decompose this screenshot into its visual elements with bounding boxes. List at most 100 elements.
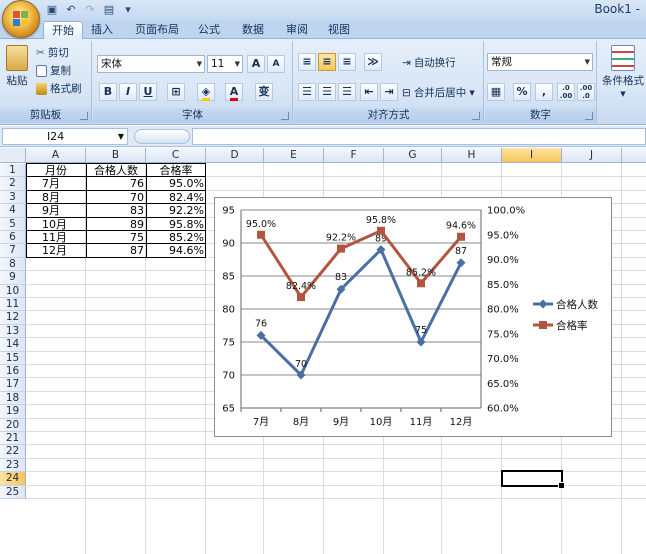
column-header-g[interactable]: G xyxy=(384,148,442,163)
tab-page-layout[interactable]: 页面布局 xyxy=(128,21,186,39)
table-header-cell[interactable]: 月份 xyxy=(26,164,86,177)
row-header-19[interactable]: 19 xyxy=(0,405,26,419)
pass-rate-cell[interactable]: 92.2% xyxy=(146,204,206,217)
borders-button[interactable]: ⊞ xyxy=(167,83,185,101)
column-header-e[interactable]: E xyxy=(264,148,324,163)
pass-rate-cell[interactable]: 95.0% xyxy=(146,177,206,190)
month-cell[interactable]: 9月 xyxy=(42,204,86,217)
undo-icon[interactable]: ↶ xyxy=(63,2,79,18)
pass-count-cell[interactable]: 75 xyxy=(86,231,146,244)
tab-review[interactable]: 审阅 xyxy=(280,21,314,39)
format-painter-button[interactable]: 格式刷 xyxy=(36,81,82,96)
column-header-f[interactable]: F xyxy=(324,148,384,163)
grow-font-button[interactable]: A xyxy=(247,55,265,73)
underline-button[interactable]: U xyxy=(139,83,157,101)
column-header-c[interactable]: C xyxy=(146,148,206,163)
office-button[interactable] xyxy=(2,0,40,38)
pass-count-cell[interactable]: 70 xyxy=(86,191,146,204)
tab-formulas[interactable]: 公式 xyxy=(192,21,226,39)
orientation-button[interactable]: ≫ xyxy=(364,53,382,71)
row-header-17[interactable]: 17 xyxy=(0,378,26,392)
align-bottom-button[interactable]: ≡ xyxy=(338,53,356,71)
redo-icon[interactable]: ↷ xyxy=(82,2,98,18)
column-header-b[interactable]: B xyxy=(86,148,146,163)
column-header-d[interactable]: D xyxy=(206,148,264,163)
tab-view[interactable]: 视图 xyxy=(322,21,356,39)
table-header-cell[interactable]: 合格人数 xyxy=(86,164,146,177)
percent-button[interactable]: % xyxy=(513,83,531,101)
formula-controls[interactable] xyxy=(134,129,190,144)
align-middle-button[interactable]: ≡ xyxy=(318,53,336,71)
number-format-select[interactable]: 常规 ▼ xyxy=(487,53,593,71)
conditional-format-button[interactable]: 条件格式 ▼ xyxy=(602,45,644,98)
row-header-12[interactable]: 12 xyxy=(0,311,26,325)
align-right-button[interactable]: ☰ xyxy=(338,83,356,101)
pass-count-cell[interactable]: 87 xyxy=(86,244,146,257)
row-header-25[interactable]: 25 xyxy=(0,485,26,499)
align-center-button[interactable]: ☰ xyxy=(318,83,336,101)
font-color-button[interactable]: A xyxy=(225,83,243,101)
fill-color-button[interactable]: ◈ xyxy=(197,83,215,101)
row-header-15[interactable]: 15 xyxy=(0,351,26,365)
copy-button[interactable]: 复制 xyxy=(36,63,71,78)
print-preview-icon[interactable]: ▤ xyxy=(101,2,117,18)
row-header-10[interactable]: 10 xyxy=(0,284,26,298)
month-cell[interactable]: 10月 xyxy=(42,218,86,231)
line-chart[interactable]: 65 70 75 80 85 90 95 60.0% 65.0% 70.0% 75.0% 80.0% 8… xyxy=(214,197,612,437)
clipboard-launcher-icon[interactable] xyxy=(80,112,88,120)
pass-rate-cell[interactable]: 94.6% xyxy=(146,244,206,257)
worksheet-grid[interactable]: A B C D E F G H I J 1 2 3 4 5 6 7 8 9 10 11 12 13 14 15 16 17 18 19 2… xyxy=(0,148,646,554)
row-header-13[interactable]: 13 xyxy=(0,324,26,339)
row-header-7[interactable]: 7 xyxy=(0,244,26,258)
tab-insert[interactable]: 插入 xyxy=(84,21,120,39)
tab-home[interactable]: 开始 xyxy=(43,21,83,39)
formula-input[interactable] xyxy=(192,128,646,145)
font-launcher-icon[interactable] xyxy=(281,112,289,120)
row-header-21[interactable]: 21 xyxy=(0,432,26,446)
table-header-cell[interactable]: 合格率 xyxy=(146,164,206,177)
row-header-1[interactable]: 1 xyxy=(0,164,26,178)
pass-rate-cell[interactable]: 82.4% xyxy=(146,191,206,204)
comma-button[interactable]: , xyxy=(535,83,553,101)
decrease-decimal-button[interactable]: .00.0 xyxy=(577,83,595,101)
customize-icon[interactable]: ▾ xyxy=(120,2,136,18)
month-cell[interactable]: 8月 xyxy=(42,191,86,204)
pinyin-button[interactable]: 变 xyxy=(255,83,273,101)
row-header-6[interactable]: 6 xyxy=(0,231,26,245)
row-header-2[interactable]: 2 xyxy=(0,177,26,191)
increase-decimal-button[interactable]: .0.00 xyxy=(557,83,575,101)
row-header-14[interactable]: 14 xyxy=(0,338,26,352)
row-header-20[interactable]: 20 xyxy=(0,418,26,432)
month-cell[interactable]: 7月 xyxy=(42,177,86,190)
number-launcher-icon[interactable] xyxy=(585,112,593,120)
row-header-22[interactable]: 22 xyxy=(0,445,26,459)
font-size-select[interactable]: 11 ▼ xyxy=(207,55,243,73)
font-name-select[interactable]: 宋体 ▼ xyxy=(97,55,205,73)
pass-rate-cell[interactable]: 95.8% xyxy=(146,218,206,231)
row-header-24[interactable]: 24 xyxy=(0,472,26,486)
align-top-button[interactable]: ≡ xyxy=(298,53,316,71)
row-header-11[interactable]: 11 xyxy=(0,298,26,312)
select-all-corner[interactable] xyxy=(0,148,26,163)
bold-button[interactable]: B xyxy=(99,83,117,101)
row-header-4[interactable]: 4 xyxy=(0,204,26,218)
row-header-23[interactable]: 23 xyxy=(0,458,26,473)
name-box[interactable]: I24 ▼ xyxy=(2,128,128,145)
column-header-i[interactable]: I xyxy=(502,148,562,163)
tab-data[interactable]: 数据 xyxy=(236,21,270,39)
paste-button[interactable]: 粘贴 xyxy=(6,45,28,88)
active-cell-cursor[interactable] xyxy=(501,470,565,490)
pass-count-cell[interactable]: 83 xyxy=(86,204,146,217)
align-left-button[interactable]: ☰ xyxy=(298,83,316,101)
alignment-launcher-icon[interactable] xyxy=(472,112,480,120)
wrap-text-button[interactable]: ⇥ 自动换行 xyxy=(402,55,456,70)
row-header-8[interactable]: 8 xyxy=(0,257,26,272)
month-cell[interactable]: 11月 xyxy=(42,231,86,244)
pass-count-cell[interactable]: 76 xyxy=(86,177,146,190)
currency-button[interactable]: ▦ xyxy=(487,83,505,101)
decrease-indent-button[interactable]: ⇤ xyxy=(360,83,378,101)
column-header-h[interactable]: H xyxy=(442,148,502,163)
save-icon[interactable]: ▣ xyxy=(44,2,60,18)
italic-button[interactable]: I xyxy=(119,83,137,101)
month-cell[interactable]: 12月 xyxy=(42,244,86,257)
